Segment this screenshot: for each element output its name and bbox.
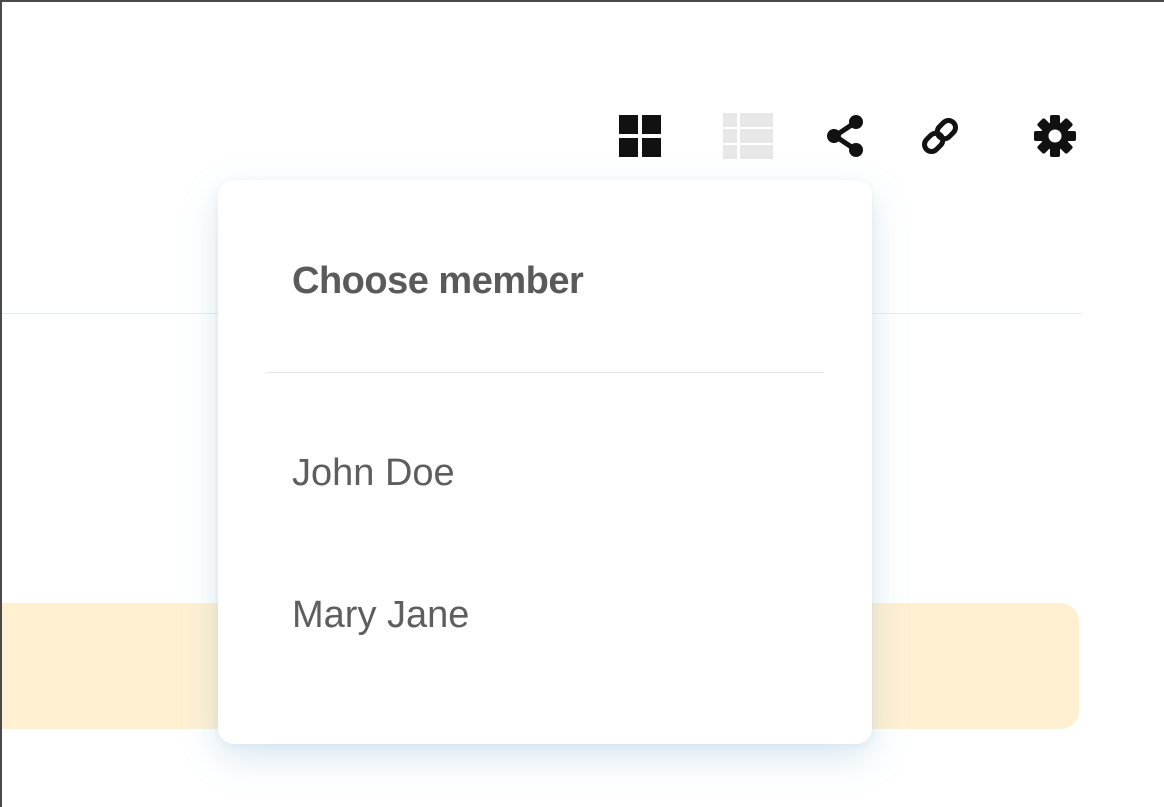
member-option-john-doe[interactable]: John Doe: [292, 452, 455, 495]
gear-icon: [1034, 115, 1076, 157]
grid-view-icon: [619, 115, 661, 157]
list-view-icon: [723, 113, 773, 159]
dropdown-divider: [266, 372, 824, 373]
member-option-mary-jane[interactable]: Mary Jane: [292, 594, 469, 637]
app-frame: Choose member John Doe Mary Jane: [0, 0, 1164, 807]
list-view-button[interactable]: [720, 108, 776, 164]
toolbar: [2, 2, 1164, 159]
share-icon: [827, 115, 863, 157]
copy-link-button[interactable]: [915, 108, 965, 164]
share-button[interactable]: [820, 108, 870, 164]
settings-button[interactable]: [1027, 108, 1083, 164]
dropdown-title: Choose member: [292, 260, 584, 302]
grid-view-button[interactable]: [614, 108, 666, 164]
choose-member-dropdown: Choose member John Doe Mary Jane: [218, 180, 872, 744]
link-icon: [922, 118, 958, 154]
